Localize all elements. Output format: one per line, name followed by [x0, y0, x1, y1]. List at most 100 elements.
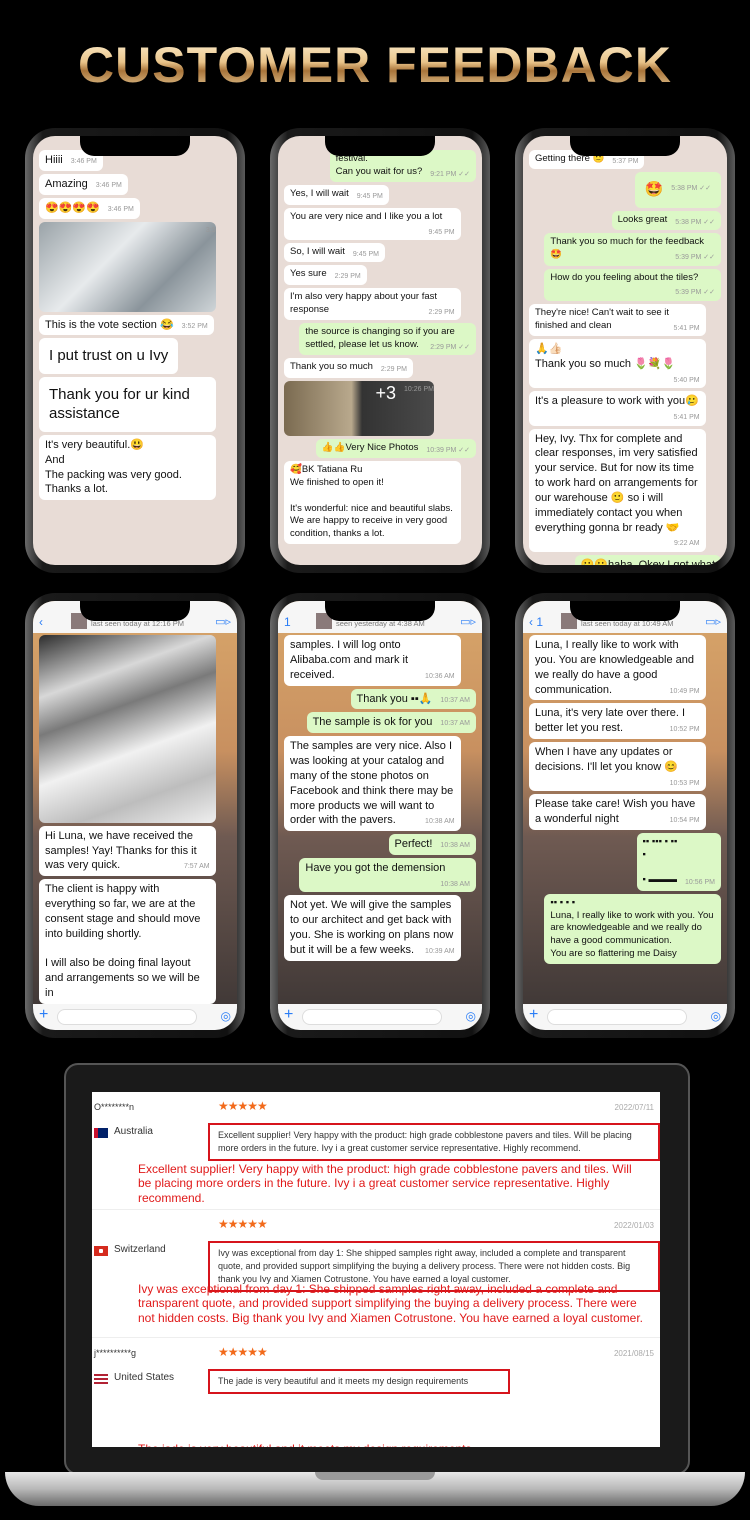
- message-time: 3:46 PM: [70, 158, 97, 165]
- message-time: 10:52 PM: [669, 726, 700, 734]
- chat-message: 👍👍Very Nice Photos 10:39 PM ✓✓: [315, 438, 476, 459]
- message-time: 3:46 PM: [95, 181, 122, 189]
- chat-message: Thank you so much for the feedback 🤩 5:39…: [544, 233, 721, 266]
- video-call-icon[interactable]: ▭▹: [460, 615, 476, 628]
- camera-icon[interactable]: ◎: [711, 1009, 721, 1023]
- star-rating: ★★★★★: [218, 1217, 268, 1231]
- message-input[interactable]: [547, 1009, 687, 1025]
- chat-message: The client is happy with everything so f…: [39, 879, 216, 1004]
- message-time: 5:40 PM: [673, 376, 700, 384]
- message-input[interactable]: [57, 1009, 197, 1025]
- chat-message: Yes, I will wait 9:45 PM: [284, 185, 389, 205]
- chat-message: How do you feeling about the tiles? 5:39 …: [544, 268, 721, 301]
- message-time: 5:41 PM: [673, 324, 700, 332]
- review-date: 2022/07/11: [614, 1103, 654, 1112]
- chat-input-bar: + ◎: [523, 1004, 727, 1030]
- review-date: 2021/08/15: [613, 1349, 654, 1358]
- chat-message: They're nice! Can't wait to see it finis…: [529, 303, 706, 337]
- phone-notch: [325, 136, 435, 156]
- message-list: samples. I will log onto Alibaba.com and…: [278, 635, 482, 1004]
- message-time: 3:46 PM: [107, 205, 134, 213]
- photo-message: +3 10:26 PM: [284, 380, 434, 436]
- message-list: Luna, I really like to work with you. Yo…: [523, 635, 727, 1004]
- message-time: 10:38 AM: [440, 880, 470, 888]
- message-time: 10:38 AM: [440, 842, 470, 850]
- chat-message: Amazing 3:46 PM: [39, 173, 128, 195]
- message-time: 3:52 PM: [181, 322, 208, 330]
- chat-message: Thank you ▪▪🙏 10:37 AM: [350, 688, 476, 710]
- chat-message: The sample is ok for you 10:37 AM: [306, 712, 476, 734]
- chat-screen: ‹ last seen today at 12:16 PM ▭▹ + ◎ Hi Luna,…: [33, 601, 237, 1030]
- attach-plus-icon[interactable]: +: [529, 1006, 538, 1024]
- video-call-icon[interactable]: ▭▹: [705, 615, 721, 628]
- chat-message: It's a pleasure to work with you🥲 5:41 PM: [529, 391, 706, 426]
- review-item: O********n ★★★★★ 2022/07/11 Australia Excell…: [92, 1092, 660, 1210]
- message-time: 5:41 PM: [673, 414, 700, 422]
- message-time: 10:53 PM: [669, 779, 700, 787]
- phone-notch: [570, 136, 680, 156]
- review-item: j**********g ★★★★★ 2021/08/15 United States…: [92, 1338, 660, 1447]
- chat-message: Luna, I really like to work with you. Yo…: [529, 635, 706, 701]
- phone-chat-screenshot: ‹ 1 last seen today at 10:49 AM ▭▹ + ◎ Luna, …: [515, 593, 735, 1038]
- attach-plus-icon[interactable]: +: [39, 1006, 48, 1024]
- message-time: 10:39 AM: [425, 947, 455, 955]
- message-time: 5:37 PM: [612, 158, 639, 165]
- message-time: 7:57 AM: [183, 863, 210, 871]
- photo-message: 3:5: [39, 221, 216, 312]
- chat-screen: ‹ 1 last seen today at 10:49 AM ▭▹ + ◎ Luna, …: [523, 601, 727, 1030]
- video-call-icon[interactable]: ▭▹: [215, 615, 231, 628]
- chat-screen: Hiiii 3:46 PM Amazing 3:46 PM 😍😍😍😍 3:46 PM 3:5…: [33, 136, 237, 565]
- back-button[interactable]: 1: [284, 615, 291, 629]
- phone-chat-screenshot: 1 seen yesterday at 4:38 AM ▭▹ + ◎ samples. I…: [270, 593, 490, 1038]
- review-country: Australia: [114, 1126, 153, 1137]
- message-time: 5:38 PM ✓✓: [675, 218, 715, 226]
- switzerland-flag: [94, 1246, 108, 1256]
- phone-notch: [80, 136, 190, 156]
- chat-screen: festival. Can you wait for us? 9:21 PM ✓✓…: [278, 136, 482, 565]
- message-time: 10:37 AM: [440, 720, 470, 728]
- chat-message: You are very nice and I like you a lot 9:…: [284, 207, 461, 240]
- chat-message: Perfect! 10:38 AM: [388, 834, 476, 856]
- chat-input-bar: + ◎: [278, 1004, 482, 1030]
- chat-message: 🤩 5:38 PM ✓✓: [634, 172, 721, 208]
- message-input[interactable]: [302, 1009, 442, 1025]
- chat-message: Have you got the demension 10:38 AM: [299, 858, 476, 893]
- message-time: 2:29 PM: [428, 308, 455, 316]
- message-time: 9:45 PM: [356, 193, 383, 201]
- chat-message: 🙏👍🏻 Thank you so much 🌷💐🌷 5:40 PM: [529, 339, 706, 389]
- message-time: 9:45 PM: [352, 250, 379, 258]
- chat-message: samples. I will log onto Alibaba.com and…: [284, 635, 461, 686]
- message-time: 3:5: [205, 226, 216, 234]
- chat-input-bar: + ◎: [33, 1004, 237, 1030]
- review-item: ★★★★★ 2022/01/03 Switzerland Ivy was except…: [92, 1210, 660, 1338]
- chat-message: Hey, Ivy. Thx for complete and clear res…: [529, 428, 706, 552]
- message-time: 10:36 AM: [425, 672, 455, 680]
- review-country: Switzerland: [114, 1244, 166, 1255]
- page-title: CUSTOMER FEEDBACK: [0, 36, 750, 94]
- review-translation: Ivy was exceptional from day 1: She ship…: [138, 1282, 643, 1325]
- phone-chat-screenshot: ‹ last seen today at 12:16 PM ▭▹ + ◎ Hi Luna,…: [25, 593, 245, 1038]
- chat-message: I'm also very happy about your fast resp…: [284, 287, 461, 321]
- camera-icon[interactable]: ◎: [221, 1009, 231, 1023]
- message-time: 10:54 PM: [669, 817, 700, 825]
- chat-message: I put trust on u Ivy: [39, 338, 179, 374]
- australia-flag: [94, 1128, 108, 1138]
- review-translation: The jade is very beautiful and it meets …: [138, 1442, 648, 1447]
- back-button[interactable]: ‹ 1: [529, 615, 543, 629]
- phone-chat-screenshot: Hiiii 3:46 PM Amazing 3:46 PM 😍😍😍😍 3:46 PM 3:5…: [25, 128, 245, 573]
- chat-message: 😍😍😍😍 3:46 PM: [39, 197, 140, 219]
- attach-plus-icon[interactable]: +: [284, 1006, 293, 1024]
- review-date: 2022/01/03: [613, 1221, 654, 1230]
- message-list: Hiiii 3:46 PM Amazing 3:46 PM 😍😍😍😍 3:46 PM 3:5…: [33, 150, 237, 565]
- chat-message: 🥲🥲haha. Okey I got what: [574, 554, 721, 565]
- camera-icon[interactable]: ◎: [466, 1009, 476, 1023]
- chat-message: Hi Luna, we have received the samples! Y…: [39, 825, 216, 877]
- chat-message: Thank you for ur kind assistance: [39, 376, 216, 432]
- review-list: O********n ★★★★★ 2022/07/11 Australia Excell…: [92, 1092, 660, 1447]
- chat-screen: Getting there 🙂 5:37 PM 🤩 5:38 PM ✓✓ Looks g…: [523, 136, 727, 565]
- chat-message: Yes sure 2:29 PM: [284, 265, 367, 285]
- message-time: 9:21 PM ✓✓: [430, 170, 470, 178]
- phone-notch: [80, 601, 190, 621]
- back-button[interactable]: ‹: [39, 615, 43, 629]
- chat-message: When I have any updates or decisions. I'…: [529, 742, 706, 792]
